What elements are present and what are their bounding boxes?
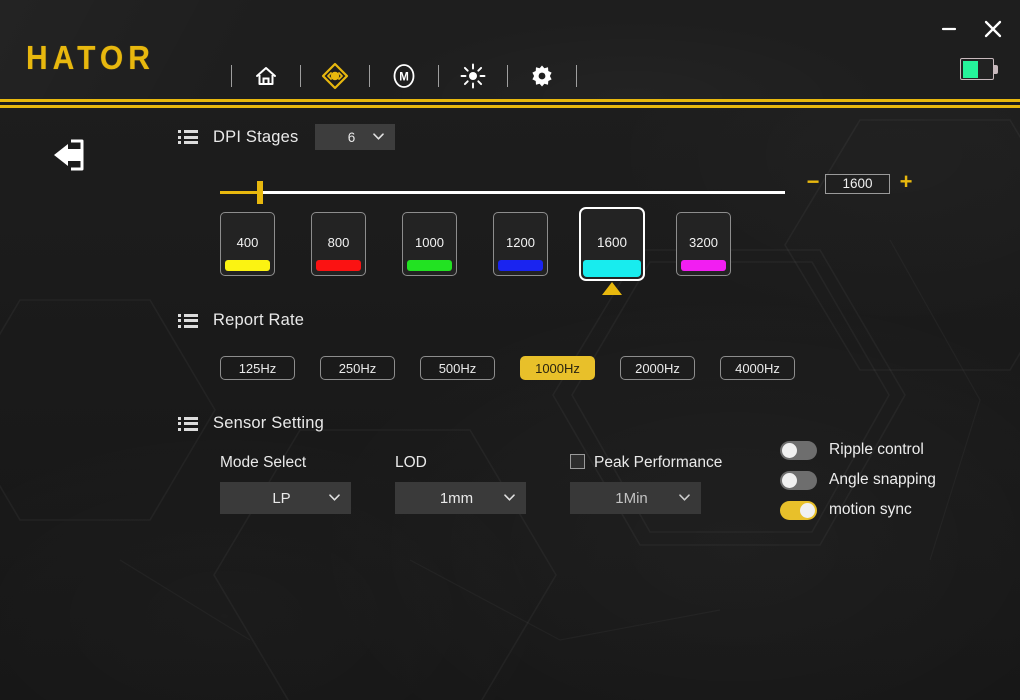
dpi-slider-handle[interactable] xyxy=(256,181,263,204)
dpi-slider[interactable] xyxy=(220,178,785,208)
mode-select-field: Mode Select LP xyxy=(220,454,351,514)
list-icon xyxy=(178,416,198,431)
chevron-down-icon xyxy=(679,494,690,501)
toggle-knob xyxy=(782,442,797,458)
battery-fill xyxy=(962,60,979,78)
lod-dropdown[interactable]: 1mm xyxy=(395,482,526,514)
toggle-knob xyxy=(782,472,797,488)
toggle-knob xyxy=(800,502,815,518)
svg-text:M: M xyxy=(399,72,409,84)
dpi-stage-value: 1000 xyxy=(415,235,444,250)
dpi-stage-value: 3200 xyxy=(689,235,718,250)
nav-dpi-crosshair-icon[interactable] xyxy=(318,59,352,93)
sensor-toggle-row: Ripple control xyxy=(780,435,936,465)
mode-select-label: Mode Select xyxy=(220,454,307,471)
nav-divider xyxy=(300,65,301,87)
nav-divider xyxy=(231,65,232,87)
toggle-label: motion sync xyxy=(829,501,912,518)
toggle-label: Angle snapping xyxy=(829,471,936,488)
chevron-down-icon xyxy=(373,133,385,140)
report-rate-section-title: Report Rate xyxy=(213,311,305,329)
peak-performance-label: Peak Performance xyxy=(594,454,723,471)
list-icon xyxy=(178,130,198,144)
sensor-toggle-row: Angle snapping xyxy=(780,465,936,495)
toggle-label: Ripple control xyxy=(829,441,924,458)
dpi-stage-card[interactable]: 1200 xyxy=(493,212,548,276)
lod-label: LOD xyxy=(395,454,427,471)
dpi-stage-color-bar[interactable] xyxy=(316,260,361,271)
sensor-section-header: Sensor Setting xyxy=(178,414,324,433)
dpi-slider-track xyxy=(220,191,785,194)
hator-mouse-config-window: HATOR M DPI Stages 6 − 1600 + 400 800 10… xyxy=(0,0,1020,700)
toggle-switch[interactable] xyxy=(780,500,817,520)
report-rate-option[interactable]: 250Hz xyxy=(320,356,395,380)
dpi-section-header: DPI Stages 6 xyxy=(178,124,396,150)
dpi-value-input[interactable]: 1600 xyxy=(825,174,890,194)
back-exit-icon[interactable] xyxy=(47,134,89,176)
nav-lighting-sun-icon[interactable] xyxy=(456,59,490,93)
nav-divider xyxy=(507,65,508,87)
report-rate-option[interactable]: 1000Hz xyxy=(520,356,595,380)
dpi-stage-value: 800 xyxy=(327,235,350,250)
battery-indicator xyxy=(960,58,998,80)
content-area: DPI Stages 6 − 1600 + 400 800 1000 1200 1600… xyxy=(0,108,1020,700)
report-rate-section-header: Report Rate xyxy=(178,311,304,330)
nav-macro-icon[interactable]: M xyxy=(387,59,421,93)
nav-divider xyxy=(438,65,439,87)
dpi-stages-count-dropdown[interactable]: 6 xyxy=(315,124,396,150)
main-navigation: M xyxy=(214,58,594,94)
peak-performance-duration-dropdown[interactable]: 1Min xyxy=(570,482,701,514)
report-rate-option[interactable]: 125Hz xyxy=(220,356,295,380)
dpi-slider-fill xyxy=(220,191,260,194)
dpi-decrement-button[interactable]: − xyxy=(803,171,823,193)
app-logo: HATOR xyxy=(26,39,155,77)
dpi-stage-card[interactable]: 1000 xyxy=(402,212,457,276)
dpi-increment-button[interactable]: + xyxy=(896,171,916,193)
dpi-stage-card[interactable]: 800 xyxy=(311,212,366,276)
dpi-stage-value: 1200 xyxy=(506,235,535,250)
list-icon xyxy=(178,313,198,328)
toggle-switch[interactable] xyxy=(780,470,817,490)
peak-performance-field: Peak Performance 1Min xyxy=(570,454,722,514)
dpi-stage-card[interactable]: 400 xyxy=(220,212,275,276)
dpi-stage-value: 1600 xyxy=(596,235,628,250)
mode-select-dropdown[interactable]: LP xyxy=(220,482,351,514)
report-rate-option[interactable]: 2000Hz xyxy=(620,356,695,380)
dpi-stage-color-bar[interactable] xyxy=(407,260,452,271)
nav-divider xyxy=(369,65,370,87)
nav-settings-gear-icon[interactable] xyxy=(525,59,559,93)
report-rate-option[interactable]: 4000Hz xyxy=(720,356,795,380)
report-rate-option[interactable]: 500Hz xyxy=(420,356,495,380)
dpi-stage-color-bar[interactable] xyxy=(681,260,726,271)
toggle-switch[interactable] xyxy=(780,440,817,460)
sensor-toggle-row: motion sync xyxy=(780,495,936,525)
window-controls xyxy=(936,16,1006,42)
peak-performance-row: Peak Performance xyxy=(570,454,722,472)
dpi-stage-active-caret-icon xyxy=(602,282,622,295)
dpi-stage-card[interactable]: 3200 xyxy=(676,212,731,276)
close-button[interactable] xyxy=(980,16,1006,42)
peak-performance-checkbox[interactable] xyxy=(570,454,585,469)
dpi-stage-color-bar[interactable] xyxy=(583,260,641,277)
lod-field: LOD 1mm xyxy=(395,454,526,514)
nav-home-icon[interactable] xyxy=(249,59,283,93)
report-rate-options: 125Hz 250Hz 500Hz 1000Hz 2000Hz 4000Hz xyxy=(220,356,795,380)
title-bar: HATOR M xyxy=(0,0,1020,99)
minimize-button[interactable] xyxy=(936,16,962,42)
nav-divider xyxy=(576,65,577,87)
chevron-down-icon xyxy=(504,494,515,501)
sensor-toggle-list: Ripple control Angle snapping motion sync xyxy=(780,435,936,525)
dpi-section-title: DPI Stages xyxy=(213,127,299,146)
dpi-stage-color-bar[interactable] xyxy=(225,260,270,271)
dpi-stage-value: 400 xyxy=(236,235,259,250)
dpi-stage-list: 400 800 1000 1200 1600 3200 xyxy=(220,207,731,295)
sensor-section-title: Sensor Setting xyxy=(213,414,325,432)
dpi-stage-card[interactable]: 1600 xyxy=(579,207,645,295)
dpi-stage-color-bar[interactable] xyxy=(498,260,543,271)
chevron-down-icon xyxy=(329,494,340,501)
accent-rule-bottom xyxy=(0,105,1020,108)
